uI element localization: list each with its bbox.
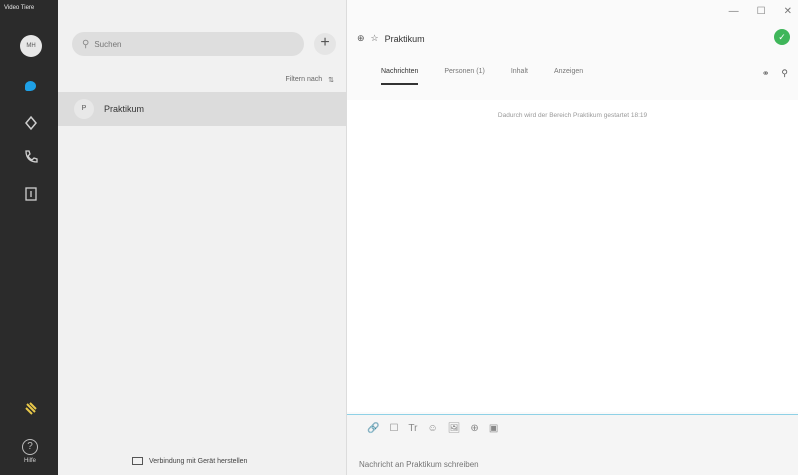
system-message: Dadurch wird der Bereich Praktikum gesta… (497, 112, 648, 119)
conversation-list-panel: ⚲ + Filtern nach ⇅ P Praktikum Verbindun… (58, 0, 347, 475)
message-area (347, 100, 798, 412)
maximize-button[interactable]: ☐ (757, 6, 766, 17)
minimize-button[interactable]: — (729, 6, 739, 17)
lightbulb-icon[interactable] (22, 400, 40, 418)
help-label: Hilfe (23, 458, 36, 464)
search-input[interactable] (94, 39, 275, 49)
format-toolbar: 🔗 ☐ Tr ☺ 🖼 ⊕ ▣ (367, 423, 498, 434)
help-icon: ? (22, 439, 38, 455)
chat-header: ⊕ ☆ Praktikum — ☐ ✕ ✓ (347, 0, 798, 60)
screen-icon (132, 457, 143, 465)
left-rail: Video Tiere MH ? Hilfe (0, 0, 58, 475)
filter-control[interactable]: Filtern nach ⇅ (286, 76, 334, 84)
close-button[interactable]: ✕ (784, 6, 792, 17)
user-avatar[interactable]: MH (20, 35, 42, 57)
app-window: Video Tiere MH ? Hilfe ⚲ + Filtern nach … (0, 0, 798, 475)
presence-status-icon[interactable]: ✓ (774, 29, 790, 45)
message-input[interactable] (359, 460, 779, 469)
tab-view[interactable]: Anzeigen (554, 68, 583, 85)
conversation-avatar: P (74, 99, 94, 119)
image-icon[interactable]: 🖼 (448, 423, 461, 434)
search-icon: ⚲ (82, 38, 90, 50)
text-format-icon[interactable]: Tr (408, 423, 417, 434)
phone-icon[interactable] (22, 148, 40, 166)
contacts-icon[interactable] (22, 114, 40, 132)
connect-device-label: Verbindung mit Gerät herstellen (149, 457, 248, 465)
conversation-item[interactable]: P Praktikum (58, 92, 347, 126)
globe-icon: ⊕ (357, 33, 365, 43)
chat-title: ⊕ ☆ Praktikum (357, 33, 425, 44)
search-icon[interactable]: ⚲ (781, 68, 788, 79)
chat-tabs: Nachrichten Personen (1) Inhalt Anzeigen (381, 68, 583, 85)
emoji-icon[interactable]: ☺ (428, 423, 438, 434)
help-button[interactable]: ? Hilfe (16, 439, 44, 464)
chat-title-text: Praktikum (384, 33, 425, 44)
tab-people[interactable]: Personen (1) (444, 68, 484, 85)
files-icon[interactable] (22, 185, 40, 203)
connect-device-button[interactable]: Verbindung mit Gerät herstellen (132, 457, 247, 465)
window-controls: — ☐ ✕ (729, 6, 792, 17)
message-composer: 🔗 ☐ Tr ☺ 🖼 ⊕ ▣ (347, 414, 798, 475)
favorite-star-icon[interactable]: ☆ (371, 33, 379, 44)
add-people-icon[interactable]: ⚭ (762, 68, 770, 79)
search-box[interactable]: ⚲ (72, 32, 304, 56)
header-tools: ⚭ ⚲ (762, 68, 788, 79)
tab-content[interactable]: Inhalt (511, 68, 528, 85)
conversation-name: Praktikum (104, 104, 145, 114)
new-conversation-button[interactable]: + (314, 33, 336, 55)
screenshot-icon[interactable]: ☐ (389, 423, 398, 434)
chat-icon[interactable] (22, 78, 40, 96)
sort-icon: ⇅ (328, 77, 334, 84)
app-brand: Video Tiere (4, 5, 35, 11)
chat-panel: ⊕ ☆ Praktikum — ☐ ✕ ✓ Nachrichten Person… (347, 0, 798, 475)
attach-icon[interactable]: 🔗 (367, 423, 379, 434)
file-icon[interactable]: ▣ (489, 423, 498, 434)
filter-label: Filtern nach (285, 76, 323, 83)
tab-messages[interactable]: Nachrichten (381, 68, 419, 85)
add-icon[interactable]: ⊕ (470, 423, 478, 434)
